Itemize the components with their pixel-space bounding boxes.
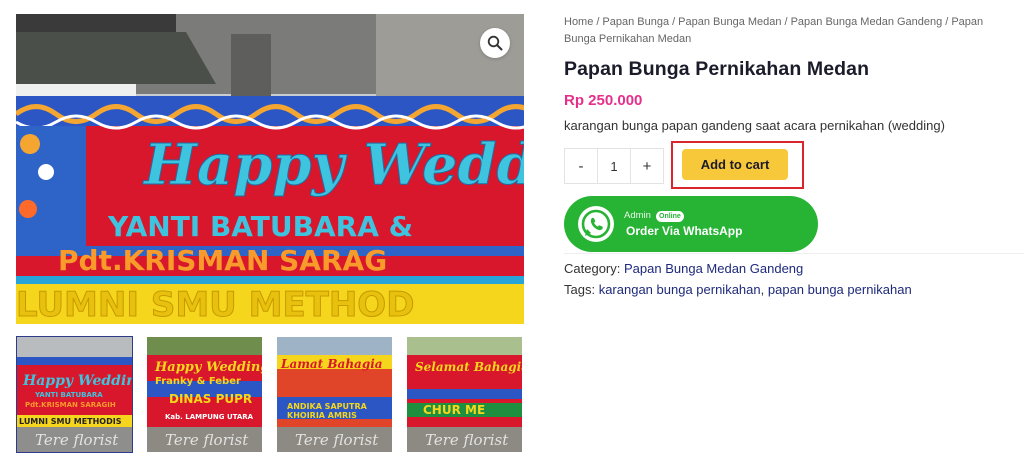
breadcrumb-home[interactable]: Home	[564, 16, 593, 28]
whatsapp-icon	[578, 206, 614, 242]
quantity-stepper: - +	[564, 148, 664, 184]
thumbnail-1[interactable]: Happy Wedding YANTI BATUBARA Pdt.KRISMAN…	[16, 336, 133, 453]
tag-link-papan-bunga-pernikahan[interactable]: papan bunga pernikahan	[768, 282, 912, 297]
product-description: karangan bunga papan gandeng saat acara …	[564, 118, 945, 133]
product-title: Papan Bunga Pernikahan Medan	[564, 58, 870, 80]
whatsapp-online-badge: Online	[656, 211, 684, 222]
thumb2-line3: DINAS PUPR	[169, 392, 252, 406]
breadcrumb-papan-bunga-medan[interactable]: Papan Bunga Medan	[678, 16, 781, 28]
thumbnail-2[interactable]: Happy Wedding Franky & Feber DINAS PUPR …	[146, 336, 263, 453]
gallery-thumbnails: Happy Wedding YANTI BATUBARA Pdt.KRISMAN…	[16, 336, 523, 453]
thumbnail-3[interactable]: Lamat Bahagia ANDIKA SAPUTRA KHOIRIA AMR…	[276, 336, 393, 453]
thumb1-line4: LUMNI SMU METHODIS	[19, 417, 122, 426]
product-category: Category: Papan Bunga Medan Gandeng	[564, 261, 803, 276]
product-main-image[interactable]: Happy Wedding YANTI BATUBARA & Pdt.KRISM…	[16, 14, 524, 324]
thumb2-line1: Happy Wedding	[154, 360, 263, 375]
main-image-line3: Pdt.KRISMAN SARAG	[58, 244, 387, 277]
thumb3-watermark: Tere florist	[295, 431, 379, 449]
quantity-input[interactable]	[597, 149, 631, 183]
thumb4-line1: Selamat Bahagia	[415, 360, 523, 374]
breadcrumb-papan-bunga[interactable]: Papan Bunga	[602, 16, 669, 28]
thumb3-line1: Lamat Bahagia	[280, 357, 383, 371]
quantity-minus-button[interactable]: -	[565, 149, 597, 183]
whatsapp-admin-label: Admin	[624, 210, 651, 221]
main-image-line2: YANTI BATUBARA &	[107, 210, 413, 243]
thumb1-line1: Happy Wedding	[22, 373, 133, 389]
thumb2-line2: Franky & Feber	[155, 376, 241, 387]
thumbnail-4[interactable]: Selamat Bahagia CHUR ME Tere florist	[406, 336, 523, 453]
thumb4-watermark: Tere florist	[425, 431, 509, 449]
thumb3-line4: KHOIRIA AMRIS	[287, 411, 357, 420]
tag-link-karangan-bunga-pernikahan[interactable]: karangan bunga pernikahan	[599, 282, 761, 297]
breadcrumb: Home / Papan Bunga / Papan Bunga Medan / Papan…	[564, 14, 1014, 48]
tags-separator: ,	[760, 282, 765, 297]
thumb2-line4: Kab. LAMPUNG UTARA	[165, 413, 254, 421]
thumb4-line4: CHUR ME	[423, 403, 485, 417]
breadcrumb-separator: /	[945, 16, 949, 28]
category-label: Category:	[564, 261, 621, 276]
thumb1-line3: Pdt.KRISMAN SARAGIH	[25, 401, 116, 409]
quantity-plus-button[interactable]: +	[631, 149, 663, 183]
thumb2-watermark: Tere florist	[165, 431, 249, 449]
thumb1-watermark: Tere florist	[35, 431, 119, 449]
order-whatsapp-button[interactable]: Admin Online Order Via WhatsApp	[564, 196, 818, 252]
main-image-graphic: Happy Wedding YANTI BATUBARA & Pdt.KRISM…	[16, 14, 524, 324]
magnifier-icon	[487, 35, 503, 51]
main-image-line4: LUMNI SMU METHOD	[16, 285, 414, 324]
zoom-button[interactable]	[480, 28, 510, 58]
tags-label: Tags:	[564, 282, 596, 297]
summary-divider	[564, 253, 1024, 254]
breadcrumb-separator: /	[672, 16, 676, 28]
product-price: Rp 250.000	[564, 92, 643, 109]
thumb1-line2: YANTI BATUBARA	[34, 391, 103, 399]
add-to-cart-button[interactable]: Add to cart	[682, 149, 788, 180]
whatsapp-order-label: Order Via WhatsApp	[626, 224, 743, 238]
breadcrumb-separator: /	[596, 16, 600, 28]
main-image-line1: Happy Wedding	[142, 132, 524, 198]
thumb3-line3: ANDIKA SAPUTRA	[287, 402, 368, 411]
breadcrumb-papan-bunga-medan-gandeng[interactable]: Papan Bunga Medan Gandeng	[791, 16, 943, 28]
breadcrumb-separator: /	[784, 16, 788, 28]
category-link[interactable]: Papan Bunga Medan Gandeng	[624, 261, 803, 276]
product-tags: Tags: karangan bunga pernikahan, papan b…	[564, 282, 912, 297]
